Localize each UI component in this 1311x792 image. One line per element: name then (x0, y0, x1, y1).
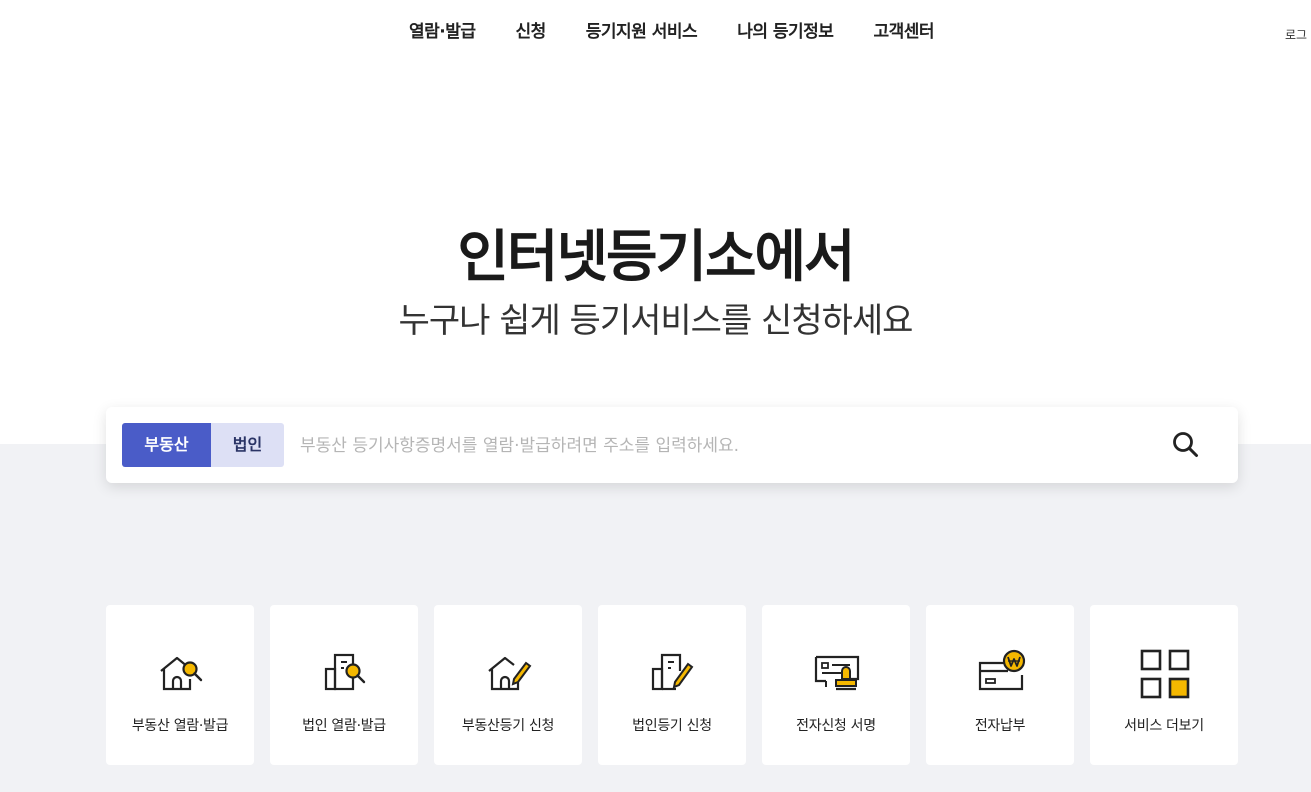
menu-customer-center[interactable]: 고객센터 (873, 17, 934, 42)
login-link[interactable]: 로그 (1285, 26, 1307, 43)
menu-apply[interactable]: 신청 (516, 17, 547, 42)
search-icon (1173, 432, 1198, 457)
card-label: 부동산등기 신청 (461, 718, 555, 734)
card-label: 서비스 더보기 (1124, 718, 1204, 734)
building-search-icon (324, 653, 366, 691)
menu-registry-support[interactable]: 등기지원 서비스 (586, 17, 698, 42)
card-real-estate-apply[interactable]: 부동산등기 신청 (434, 605, 582, 765)
search-box: 부동산 법인 (106, 407, 1238, 483)
hero-title: 인터넷등기소에서 (457, 225, 855, 290)
main-menu: 열람·발급 신청 등기지원 서비스 나의 등기정보 고객센터 (0, 17, 1311, 42)
house-search-icon (160, 656, 203, 691)
building-pen-icon (651, 653, 694, 691)
card-label: 전자납부 (974, 718, 1026, 734)
card-label: 부동산 열람·발급 (131, 718, 229, 734)
menu-view-issue[interactable]: 열람·발급 (409, 17, 476, 42)
card-real-estate-view[interactable]: 부동산 열람·발급 (106, 605, 254, 765)
grid-more-icon (1140, 649, 1190, 699)
document-stamp-icon (814, 655, 860, 691)
hero-subtitle: 누구나 쉽게 등기서비스를 신청하세요 (398, 301, 914, 341)
search-input[interactable] (298, 423, 1142, 469)
card-e-payment[interactable]: 전자납부 (926, 605, 1074, 765)
house-pen-icon (488, 656, 532, 691)
tab-corporation[interactable]: 법인 (211, 423, 284, 467)
card-label: 전자신청 서명 (796, 718, 876, 734)
search-button[interactable] (1170, 429, 1202, 461)
tab-real-estate[interactable]: 부동산 (122, 423, 211, 467)
menu-my-registry[interactable]: 나의 등기정보 (737, 17, 834, 42)
card-corp-view[interactable]: 법인 열람·발급 (270, 605, 418, 765)
card-label: 법인 열람·발급 (302, 718, 386, 734)
card-corp-apply[interactable]: 법인등기 신청 (598, 605, 746, 765)
card-won-icon (978, 649, 1026, 691)
card-label: 법인등기 신청 (632, 718, 712, 734)
card-more-services[interactable]: 서비스 더보기 (1090, 605, 1238, 765)
top-navigation: 열람·발급 신청 등기지원 서비스 나의 등기정보 고객센터 로그 (0, 0, 1311, 60)
card-e-sign[interactable]: 전자신청 서명 (762, 605, 910, 765)
